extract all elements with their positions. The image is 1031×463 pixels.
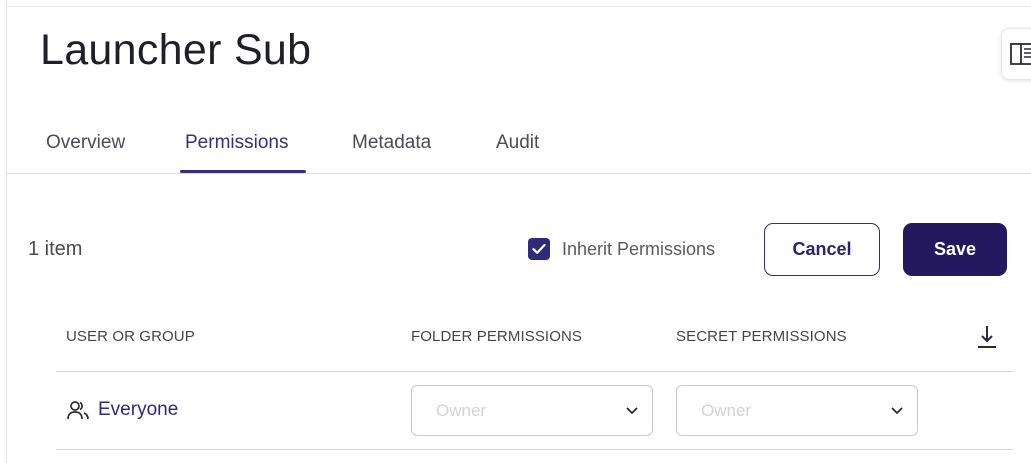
column-header-folder-permissions: FOLDER PERMISSIONS — [411, 328, 582, 345]
folder-permissions-value: Owner — [436, 400, 487, 420]
download-icon[interactable] — [976, 324, 998, 350]
side-panel-toggle-button[interactable] — [1001, 28, 1031, 80]
column-header-secret-permissions: SECRET PERMISSIONS — [676, 328, 847, 345]
save-button[interactable]: Save — [903, 223, 1007, 276]
check-icon — [532, 243, 546, 254]
cancel-button[interactable]: Cancel — [764, 223, 880, 276]
table-row: Everyone — [66, 399, 178, 421]
table-header-divider — [56, 371, 1013, 372]
group-icon — [67, 401, 89, 420]
frame-border-top — [6, 6, 1031, 7]
chevron-down-icon — [891, 407, 903, 414]
chevron-down-icon — [626, 407, 638, 414]
folder-permissions-select[interactable]: Owner — [411, 385, 653, 436]
items-count: 1 item — [28, 238, 83, 260]
tab-permissions[interactable]: Permissions — [185, 132, 288, 154]
secret-permissions-select[interactable]: Owner — [676, 385, 918, 436]
tab-metadata[interactable]: Metadata — [352, 132, 431, 154]
table-row-divider — [56, 449, 1013, 450]
inherit-permissions-label: Inherit Permissions — [562, 238, 716, 259]
user-link-everyone[interactable]: Everyone — [98, 399, 178, 421]
frame-border-left — [6, 0, 7, 463]
side-panel-icon — [1010, 43, 1031, 65]
page-title: Launcher Sub — [40, 26, 312, 74]
tab-overview[interactable]: Overview — [46, 132, 125, 154]
inherit-permissions-checkbox[interactable] — [528, 238, 550, 260]
tabs-divider — [6, 173, 1031, 174]
tab-bar: Overview Permissions Metadata Audit — [0, 118, 1031, 175]
inherit-permissions-toggle[interactable]: Inherit Permissions — [528, 238, 715, 260]
column-header-user-or-group: USER OR GROUP — [66, 328, 195, 345]
tab-audit[interactable]: Audit — [496, 132, 539, 154]
secret-permissions-value: Owner — [701, 400, 752, 420]
